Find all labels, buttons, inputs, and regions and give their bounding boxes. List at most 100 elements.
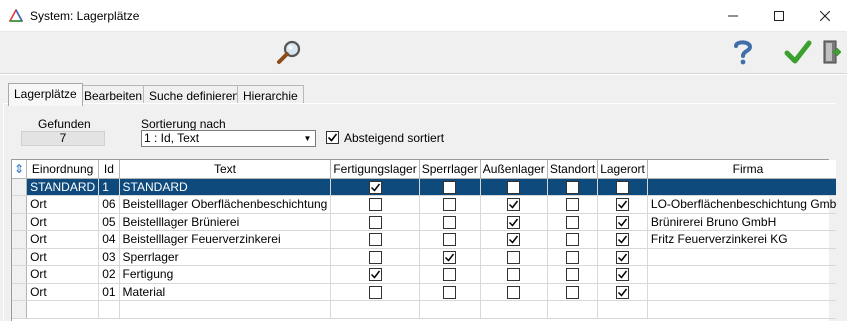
aussen-checkbox[interactable] <box>507 250 521 264</box>
standort-checkbox[interactable] <box>566 268 579 282</box>
column-header[interactable]: Sperrlager <box>419 160 481 179</box>
cell-firma[interactable]: Fritz Feuerverzinkerei KG <box>647 230 847 249</box>
search-button[interactable] <box>274 37 304 67</box>
cell-einordnung[interactable]: Ort <box>26 230 100 249</box>
fertigung-checkbox[interactable] <box>368 215 382 229</box>
cell-id[interactable]: 03 <box>98 248 120 266</box>
fertigung-checkbox[interactable] <box>368 180 382 194</box>
cell-id[interactable]: 05 <box>98 213 120 231</box>
descending-checkbox[interactable] <box>326 131 339 144</box>
cell-id[interactable]: 02 <box>98 265 120 284</box>
cell-einordnung[interactable]: Ort <box>26 248 100 266</box>
column-header[interactable]: Lagerort <box>597 160 648 179</box>
column-header[interactable]: Standort <box>547 160 599 179</box>
row-selector[interactable] <box>12 248 28 266</box>
row-selector[interactable] <box>12 230 28 249</box>
column-header[interactable]: Id <box>98 160 120 179</box>
standort-checkbox[interactable] <box>566 250 579 264</box>
cell-id[interactable]: 06 <box>98 195 120 214</box>
cell-firma[interactable]: Brünirerei Bruno GmbH <box>647 213 847 231</box>
sperr-checkbox[interactable] <box>443 250 457 264</box>
fertigung-checkbox[interactable] <box>368 233 382 247</box>
exit-button[interactable] <box>820 37 844 67</box>
sort-dropdown[interactable]: 1 : Id, Text ▼ <box>141 130 316 147</box>
column-header[interactable]: Firma <box>647 160 847 179</box>
cell-firma[interactable] <box>647 265 847 284</box>
cell-einordnung[interactable]: STANDARD <box>26 178 100 196</box>
fertigung-checkbox[interactable] <box>368 198 382 212</box>
cell-id[interactable]: 1 <box>98 178 120 196</box>
sperr-checkbox[interactable] <box>443 268 457 282</box>
cell-firma[interactable]: LO-Oberflächenbeschichtung GmbH <box>647 195 847 214</box>
tab-lagerplaetze[interactable]: Lagerplätze <box>8 83 83 106</box>
cell-text[interactable]: Beistelllager Feuerverzinkerei <box>119 230 332 249</box>
lagerort-checkbox[interactable] <box>616 268 630 282</box>
lagerort-checkbox[interactable] <box>616 285 630 299</box>
cell-text[interactable]: Fertigung <box>119 265 332 284</box>
cell-einordnung[interactable]: Ort <box>26 265 100 284</box>
row-selector[interactable] <box>12 213 28 231</box>
sperr-checkbox[interactable] <box>443 198 457 212</box>
table-row[interactable]: Ort 04 Beistelllager Feuerverzinkerei Fritz… <box>12 230 847 249</box>
column-header[interactable]: Text <box>119 160 332 179</box>
tab-hierarchie[interactable]: Hierarchie <box>237 85 304 105</box>
tab-bearbeiten[interactable]: Bearbeiten <box>78 85 149 105</box>
row-selector[interactable] <box>12 265 28 284</box>
standort-checkbox[interactable] <box>566 198 579 212</box>
maximize-button[interactable] <box>756 0 802 32</box>
standort-checkbox[interactable] <box>566 233 579 247</box>
cell-text[interactable]: STANDARD <box>119 178 332 196</box>
fertigung-checkbox[interactable] <box>368 268 382 282</box>
standort-checkbox[interactable] <box>566 285 579 299</box>
sperr-checkbox[interactable] <box>443 233 457 247</box>
column-header[interactable]: Fertigungslager <box>330 160 420 179</box>
aussen-checkbox[interactable] <box>507 180 521 194</box>
cell-einordnung[interactable]: Ort <box>26 213 100 231</box>
column-header[interactable]: Einordnung <box>26 160 100 179</box>
table-row[interactable]: Ort 02 Fertigung <box>12 265 847 284</box>
column-header[interactable]: Außenlager <box>480 160 548 179</box>
cell-text[interactable]: Beistelllager Oberflächenbeschichtung <box>119 195 332 214</box>
cell-einordnung[interactable]: Ort <box>26 283 100 301</box>
table-row[interactable]: Ort 01 Material <box>12 283 847 301</box>
aussen-checkbox[interactable] <box>507 233 521 247</box>
minimize-button[interactable] <box>710 0 756 32</box>
standort-checkbox[interactable] <box>566 180 579 194</box>
lagerort-checkbox[interactable] <box>616 180 630 194</box>
tab-suche-definieren[interactable]: Suche definieren <box>143 85 246 105</box>
table-row[interactable]: STANDARD 1 STANDARD <box>12 178 847 196</box>
aussen-checkbox[interactable] <box>507 215 521 229</box>
row-header-corner[interactable]: ⇕ <box>12 160 28 179</box>
cell-firma[interactable] <box>647 178 847 196</box>
cell-text[interactable]: Material <box>119 283 332 301</box>
sort-updown-icon[interactable]: ⇕ <box>14 162 24 176</box>
lagerort-checkbox[interactable] <box>616 198 630 212</box>
chevron-down-icon[interactable]: ▼ <box>300 131 315 146</box>
sperr-checkbox[interactable] <box>443 215 457 229</box>
aussen-checkbox[interactable] <box>507 285 521 299</box>
cell-firma[interactable] <box>647 248 847 266</box>
lagerort-checkbox[interactable] <box>616 233 630 247</box>
cell-text[interactable]: Sperrlager <box>119 248 332 266</box>
sperr-checkbox[interactable] <box>443 285 457 299</box>
ok-button[interactable] <box>782 37 814 67</box>
standort-checkbox[interactable] <box>566 215 579 229</box>
cell-einordnung[interactable]: Ort <box>26 195 100 214</box>
table-row[interactable]: Ort 06 Beistelllager Oberflächenbeschichtu… <box>12 195 847 214</box>
help-button[interactable] <box>728 37 758 67</box>
aussen-checkbox[interactable] <box>507 198 521 212</box>
sperr-checkbox[interactable] <box>443 180 457 194</box>
table-row[interactable]: Ort 05 Beistelllager Brünierei Brünirerei B… <box>12 213 847 231</box>
fertigung-checkbox[interactable] <box>368 250 382 264</box>
close-button[interactable] <box>802 0 847 32</box>
table-row[interactable]: Ort 03 Sperrlager <box>12 248 847 266</box>
cell-id[interactable]: 01 <box>98 283 120 301</box>
aussen-checkbox[interactable] <box>507 268 521 282</box>
row-selector[interactable] <box>12 195 28 214</box>
fertigung-checkbox[interactable] <box>368 285 382 299</box>
lagerort-checkbox[interactable] <box>616 250 630 264</box>
vertical-scrollbar[interactable] <box>836 104 847 321</box>
row-selector[interactable] <box>12 178 28 196</box>
cell-text[interactable]: Beistelllager Brünierei <box>119 213 332 231</box>
lagerort-checkbox[interactable] <box>616 215 630 229</box>
